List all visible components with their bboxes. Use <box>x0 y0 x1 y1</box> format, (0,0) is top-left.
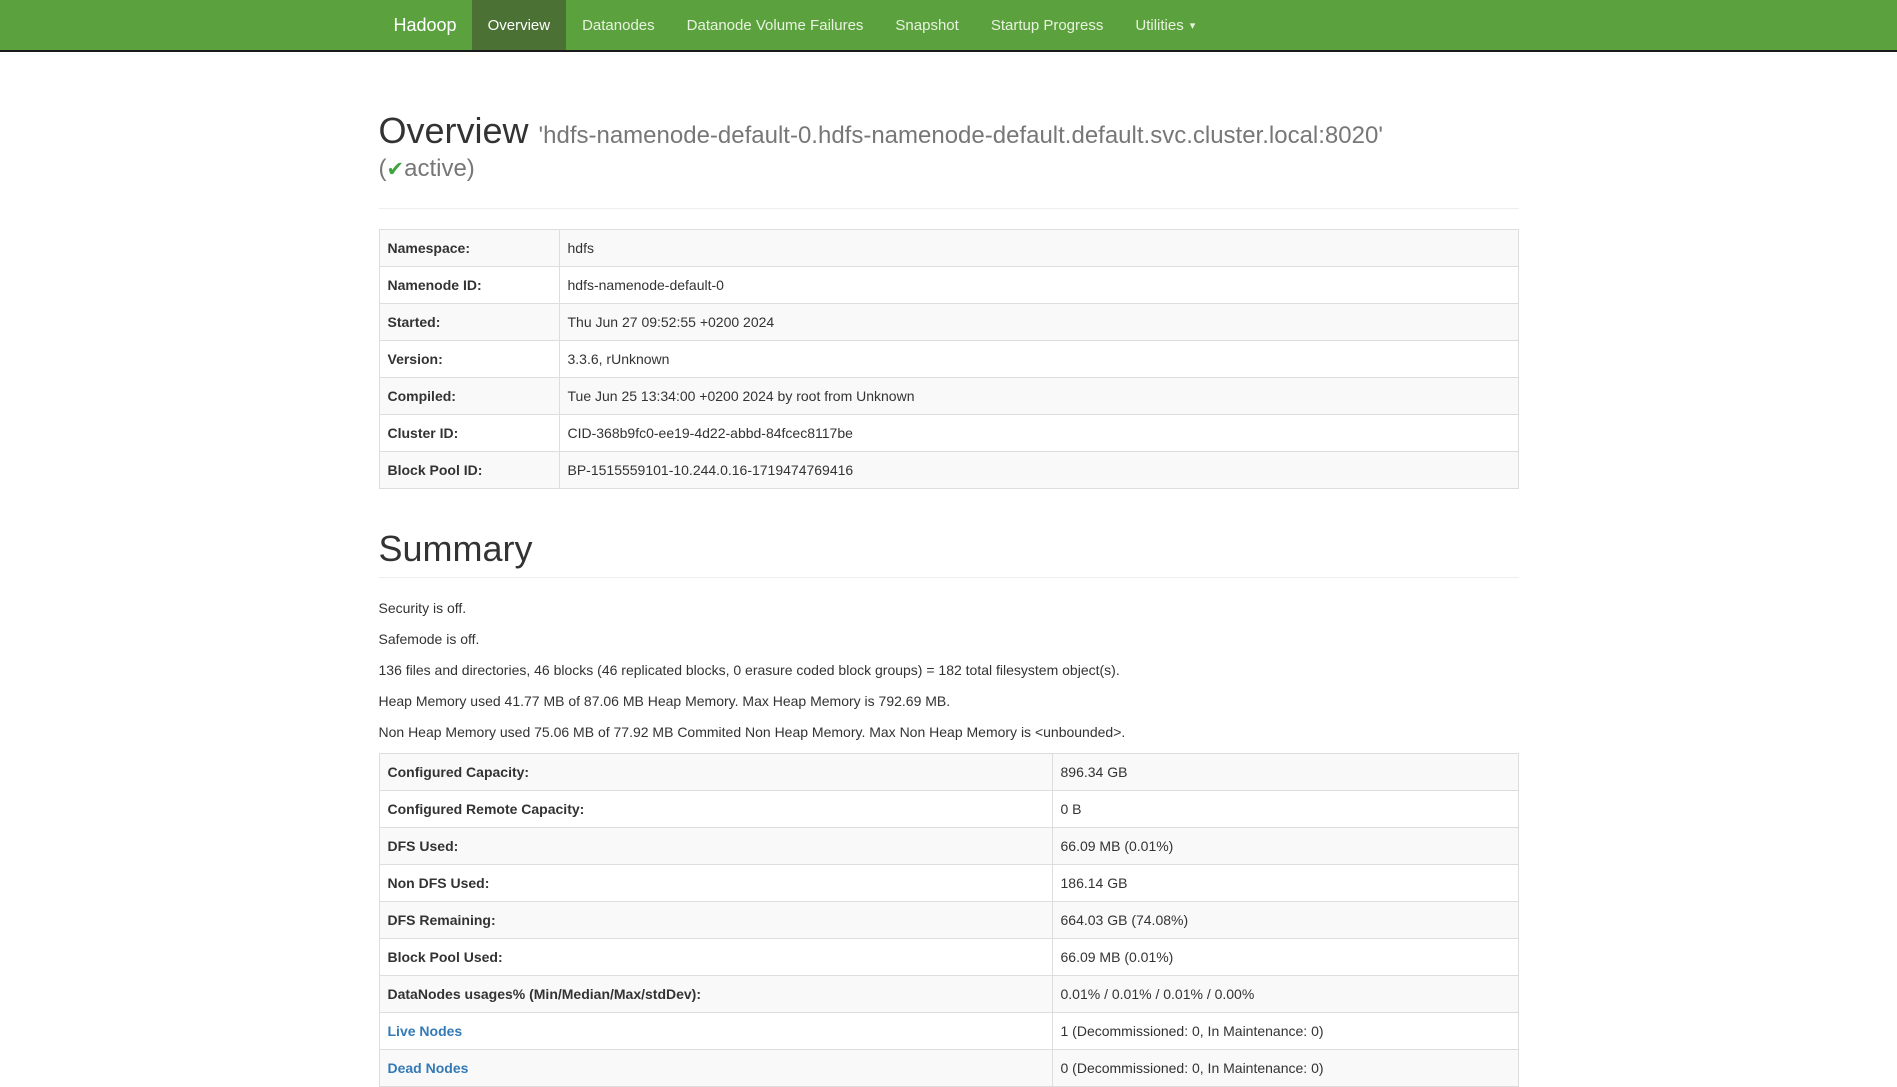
row-value: Thu Jun 27 09:52:55 +0200 2024 <box>559 303 1518 340</box>
row-value: hdfs-namenode-default-0 <box>559 266 1518 303</box>
nav-link-overview[interactable]: Overview <box>472 0 567 50</box>
row-label: Block Pool ID: <box>379 451 559 488</box>
row-value: 0 B <box>1052 791 1518 828</box>
summary-line: 136 files and directories, 46 blocks (46… <box>379 660 1519 680</box>
table-row: DFS Used:66.09 MB (0.01%) <box>379 828 1518 865</box>
row-value: BP-1515559101-10.244.0.16-1719474769416 <box>559 451 1518 488</box>
row-label: Configured Remote Capacity: <box>379 791 1052 828</box>
cluster-info-table: Namespace:hdfsNamenode ID:hdfs-namenode-… <box>379 229 1519 489</box>
table-row: Configured Capacity:896.34 GB <box>379 754 1518 791</box>
status-text: active) <box>404 155 475 182</box>
table-row: Version:3.3.6, rUnknown <box>379 340 1518 377</box>
table-row: Namespace:hdfs <box>379 229 1518 266</box>
table-row: Live Nodes 1 (Decommissioned: 0, In Maint… <box>379 1013 1518 1050</box>
nav-link-label: Utilities <box>1135 17 1183 34</box>
row-value: 186.14 GB <box>1052 865 1518 902</box>
status-open-paren: ( <box>379 155 387 182</box>
table-row: Dead Nodes 0 (Decommissioned: 0, In Maint… <box>379 1050 1518 1087</box>
row-value: 66.09 MB (0.01%) <box>1052 939 1518 976</box>
row-label: Dead Nodes <box>379 1050 1052 1087</box>
nav-item-startup-progress: Startup Progress <box>975 0 1120 50</box>
summary-title: Summary <box>379 529 1519 569</box>
nav-link-datanodes[interactable]: Datanodes <box>566 0 671 50</box>
nav-item-utilities: Utilities ▾ <box>1119 0 1211 50</box>
row-label: Cluster ID: <box>379 414 559 451</box>
summary-line: Heap Memory used 41.77 MB of 87.06 MB He… <box>379 691 1519 711</box>
nav-link-label: Overview <box>488 17 551 34</box>
nav-link-startup-progress[interactable]: Startup Progress <box>975 0 1120 50</box>
summary-section-header: Summary <box>379 529 1519 579</box>
caret-down-icon: ▾ <box>1190 21 1196 32</box>
overview-page-header: Overview 'hdfs-namenode-default-0.hdfs-n… <box>379 111 1519 209</box>
table-row: Block Pool ID:BP-1515559101-10.244.0.16-… <box>379 451 1518 488</box>
row-value: Tue Jun 25 13:34:00 +0200 2024 by root f… <box>559 377 1518 414</box>
check-icon: ✔ <box>387 158 405 181</box>
row-label: Block Pool Used: <box>379 939 1052 976</box>
nav-link-label: Datanodes <box>582 17 655 34</box>
nav-item-datanodes: Datanodes <box>566 0 671 50</box>
summary-text: Security is off. Safemode is off. 136 file… <box>379 598 1519 742</box>
nav-link-label: Startup Progress <box>991 17 1104 34</box>
row-value: 3.3.6, rUnknown <box>559 340 1518 377</box>
summary-line: Non Heap Memory used 75.06 MB of 77.92 M… <box>379 722 1519 742</box>
row-label: Namespace: <box>379 229 559 266</box>
row-value: CID-368b9fc0-ee19-4d22-abbd-84fcec8117be <box>559 414 1518 451</box>
nav-item-overview: Overview <box>472 0 567 50</box>
page-title-text: Overview <box>379 110 529 151</box>
namenode-status: (✔active) <box>379 151 1519 188</box>
table-row: DataNodes usages% (Min/Median/Max/stdDev… <box>379 976 1518 1013</box>
nav-link-datanode-volume-failures[interactable]: Datanode Volume Failures <box>671 0 880 50</box>
namenode-address: 'hdfs-namenode-default-0.hdfs-namenode-d… <box>539 122 1383 149</box>
row-label: Non DFS Used: <box>379 865 1052 902</box>
nav-item-snapshot: Snapshot <box>879 0 974 50</box>
row-label: Version: <box>379 340 559 377</box>
row-label: DFS Remaining: <box>379 902 1052 939</box>
table-row: Block Pool Used:66.09 MB (0.01%) <box>379 939 1518 976</box>
table-row: Namenode ID:hdfs-namenode-default-0 <box>379 266 1518 303</box>
row-label: Namenode ID: <box>379 266 559 303</box>
row-label: DataNodes usages% (Min/Median/Max/stdDev… <box>379 976 1052 1013</box>
table-row: DFS Remaining:664.03 GB (74.08%) <box>379 902 1518 939</box>
row-label-link[interactable]: Live Nodes <box>388 1023 463 1039</box>
row-label: Compiled: <box>379 377 559 414</box>
nav-link-utilities[interactable]: Utilities ▾ <box>1119 0 1211 50</box>
page-title: Overview 'hdfs-namenode-default-0.hdfs-n… <box>379 111 1519 151</box>
table-row: Compiled:Tue Jun 25 13:34:00 +0200 2024 … <box>379 377 1518 414</box>
nav-item-datanode-volume-failures: Datanode Volume Failures <box>671 0 880 50</box>
nav-link-snapshot[interactable]: Snapshot <box>879 0 974 50</box>
row-value: hdfs <box>559 229 1518 266</box>
table-row: Started:Thu Jun 27 09:52:55 +0200 2024 <box>379 303 1518 340</box>
row-value: 896.34 GB <box>1052 754 1518 791</box>
main-content: Overview 'hdfs-namenode-default-0.hdfs-n… <box>364 111 1534 1087</box>
nav-link-label: Snapshot <box>895 17 958 34</box>
row-label-link[interactable]: Dead Nodes <box>388 1060 469 1076</box>
row-value: 0 (Decommissioned: 0, In Maintenance: 0) <box>1052 1050 1518 1087</box>
row-label: Started: <box>379 303 559 340</box>
summary-line: Safemode is off. <box>379 629 1519 649</box>
table-row: Cluster ID:CID-368b9fc0-ee19-4d22-abbd-8… <box>379 414 1518 451</box>
storage-info-table: Configured Capacity:896.34 GBConfigured … <box>379 753 1519 1087</box>
navbar-menu: Overview Datanodes Datanode Volume Failure… <box>472 0 1212 50</box>
row-label: DFS Used: <box>379 828 1052 865</box>
row-value: 664.03 GB (74.08%) <box>1052 902 1518 939</box>
table-row: Non DFS Used:186.14 GB <box>379 865 1518 902</box>
row-value: 1 (Decommissioned: 0, In Maintenance: 0) <box>1052 1013 1518 1050</box>
row-label: Configured Capacity: <box>379 754 1052 791</box>
row-label: Live Nodes <box>379 1013 1052 1050</box>
brand-hadoop[interactable]: Hadoop <box>379 0 472 50</box>
nav-link-label: Datanode Volume Failures <box>687 17 864 34</box>
summary-line: Security is off. <box>379 598 1519 618</box>
table-row: Configured Remote Capacity:0 B <box>379 791 1518 828</box>
top-navbar: Hadoop Overview Datanodes Datanode Volume … <box>0 0 1897 52</box>
row-value: 66.09 MB (0.01%) <box>1052 828 1518 865</box>
row-value: 0.01% / 0.01% / 0.01% / 0.00% <box>1052 976 1518 1013</box>
